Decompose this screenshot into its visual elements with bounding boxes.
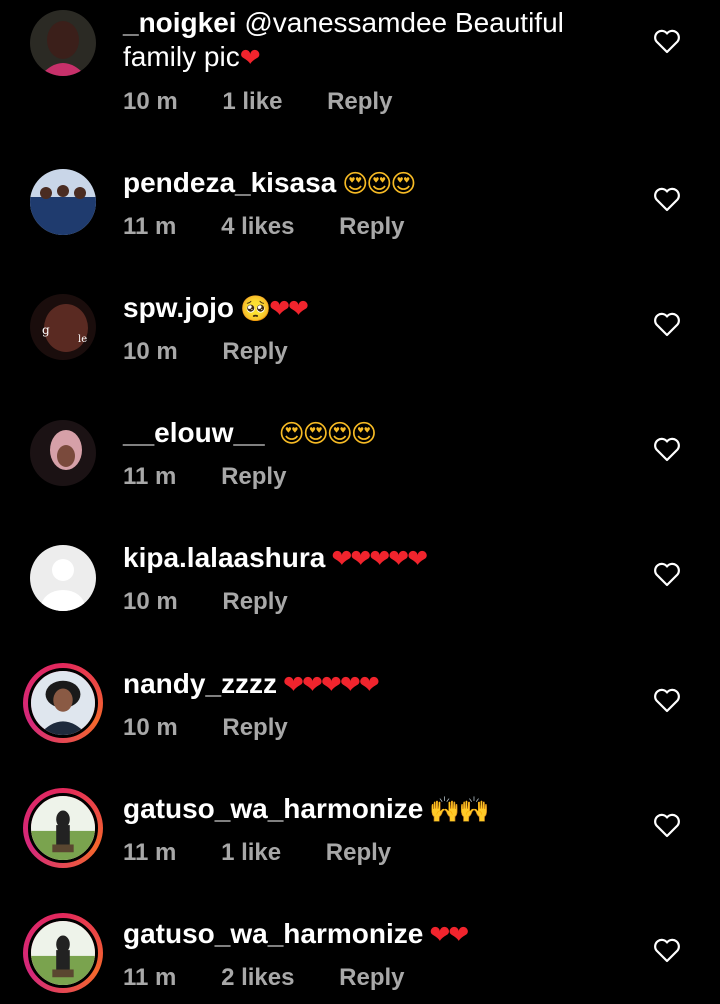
heart-outline-icon — [654, 29, 680, 54]
comment-username[interactable]: gatuso_wa_harmonize — [123, 918, 423, 949]
heart-outline-icon — [654, 312, 680, 337]
avatar-with-story-ring[interactable] — [23, 913, 103, 993]
comment-likes[interactable]: 1 like — [222, 88, 282, 115]
comment-likes[interactable]: 2 likes — [221, 964, 294, 991]
comment-username[interactable]: pendeza_kisasa — [123, 167, 336, 198]
reply-button[interactable]: Reply — [222, 714, 287, 741]
like-button[interactable] — [653, 937, 681, 963]
comment-username[interactable]: __elouw__ — [123, 417, 265, 448]
comment-emoji: ❤❤ — [429, 921, 469, 949]
comment-time: 11 m — [123, 964, 177, 991]
comment-text-continued: family pic — [123, 41, 240, 72]
comment-time: 10 m — [123, 588, 178, 615]
avatar-with-story-ring[interactable] — [23, 788, 103, 868]
comment-time: 11 m — [123, 213, 177, 240]
like-button[interactable] — [653, 812, 681, 838]
avatar-photo — [31, 671, 95, 735]
comment-list: _noigkei @vanessamdee Beautiful family p… — [0, 0, 720, 1004]
avatar-photo — [31, 921, 95, 985]
comment-time: 10 m — [123, 338, 178, 365]
avatar-photo — [30, 10, 96, 76]
reply-button[interactable]: Reply — [339, 213, 404, 240]
comment-time: 10 m — [123, 88, 178, 115]
comment-likes[interactable]: 1 like — [221, 839, 281, 866]
comment-username[interactable]: nandy_zzzz — [123, 668, 277, 699]
heart-outline-icon — [654, 938, 680, 963]
reply-button[interactable]: Reply — [327, 88, 392, 115]
heart-outline-icon — [654, 437, 680, 462]
reply-button[interactable]: Reply — [326, 839, 391, 866]
comment-time: 11 m — [123, 839, 177, 866]
like-button[interactable] — [653, 311, 681, 337]
reply-button[interactable]: Reply — [221, 463, 286, 490]
comment-text: @vanessamdee Beautiful — [244, 7, 564, 38]
default-avatar-icon — [30, 545, 96, 611]
avatar[interactable] — [30, 10, 96, 76]
comment-username[interactable]: kipa.lalaashura — [123, 542, 325, 573]
comment-emoji: 🥺❤❤ — [239, 295, 309, 323]
avatar-photo: g le — [30, 294, 96, 360]
reply-button[interactable]: Reply — [222, 338, 287, 365]
comment-username[interactable]: _noigkei — [123, 7, 237, 38]
like-button[interactable] — [653, 28, 681, 54]
heart-outline-icon — [654, 813, 680, 838]
heart-outline-icon — [654, 187, 680, 212]
comment-time: 10 m — [123, 714, 178, 741]
comment-likes[interactable]: 4 likes — [221, 213, 294, 240]
svg-text:le: le — [78, 334, 87, 345]
like-button[interactable] — [653, 186, 681, 212]
avatar[interactable] — [30, 169, 96, 235]
comment-emoji: 🙌🙌 — [429, 796, 489, 824]
like-button[interactable] — [653, 561, 681, 587]
comment-emoji: ❤❤❤❤❤ — [331, 545, 428, 573]
heart-outline-icon — [654, 688, 680, 713]
like-button[interactable] — [653, 436, 681, 462]
avatar-photo — [30, 169, 96, 235]
comment-emoji: ❤ — [239, 44, 261, 72]
avatar[interactable] — [30, 420, 96, 486]
comment-emoji: ❤❤❤❤❤ — [283, 671, 380, 699]
comment-emoji: 😍😍😍 — [342, 170, 416, 198]
comment-time: 11 m — [123, 463, 177, 490]
comment-username[interactable]: spw.jojo — [123, 292, 234, 323]
avatar[interactable] — [30, 545, 96, 611]
comment-username[interactable]: gatuso_wa_harmonize — [123, 793, 423, 824]
reply-button[interactable]: Reply — [222, 588, 287, 615]
reply-button[interactable]: Reply — [339, 964, 404, 991]
avatar-with-story-ring[interactable] — [23, 663, 103, 743]
comment-emoji: 😍😍😍😍 — [278, 420, 377, 448]
heart-outline-icon — [654, 562, 680, 587]
avatar-photo — [31, 796, 95, 860]
svg-text:g: g — [42, 323, 50, 337]
like-button[interactable] — [653, 687, 681, 713]
avatar[interactable]: g le — [30, 294, 96, 360]
avatar-photo — [30, 420, 96, 486]
